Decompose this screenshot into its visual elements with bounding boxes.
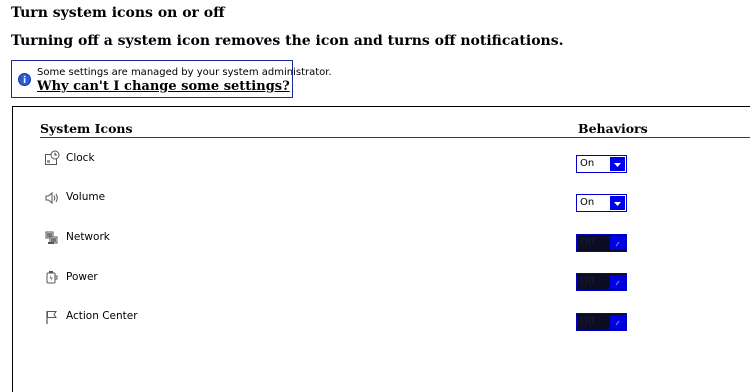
power-icon (46, 271, 58, 284)
network-behavior-dropdown[interactable]: Off (576, 234, 627, 252)
clock-behavior-value: On (580, 158, 595, 169)
behaviors-header: Behaviors (578, 121, 648, 136)
page-title: Turn system icons on or off (11, 5, 225, 21)
power-behavior-value: Off (580, 276, 595, 287)
chevron-down-icon (610, 196, 625, 210)
chevron-down-icon (610, 315, 625, 329)
system-icons-header: System Icons (40, 121, 133, 136)
volume-label: Volume (66, 191, 106, 203)
volume-behavior-dropdown[interactable]: On (576, 194, 627, 212)
system-icons-panel (12, 106, 750, 392)
clock-behavior-dropdown[interactable]: On (576, 155, 627, 173)
admin-notice-text: Some settings are managed by your system… (37, 67, 332, 78)
chevron-down-icon (610, 236, 625, 250)
notification-area-icons-page: Turn system icons on or off Turning off … (0, 0, 750, 392)
network-label: Network (66, 231, 110, 243)
power-label: Power (66, 271, 98, 283)
action-center-label: Action Center (66, 310, 138, 322)
chevron-down-icon (610, 275, 625, 289)
info-icon (18, 73, 31, 86)
volume-behavior-value: On (580, 197, 595, 208)
admin-notice: Some settings are managed by your system… (11, 60, 332, 98)
page-subtitle: Turning off a system icon removes the ic… (11, 33, 564, 49)
network-behavior-value: Off (580, 237, 595, 248)
power-behavior-dropdown[interactable]: Off (576, 273, 627, 291)
network-icon (45, 231, 58, 244)
action-center-behavior-dropdown[interactable]: Off (576, 313, 627, 331)
clock-label: Clock (66, 152, 95, 164)
volume-icon (45, 191, 58, 205)
action-center-behavior-value: Off (580, 316, 595, 327)
header-divider (40, 137, 750, 138)
why-cant-i-change-link[interactable]: Why can't I change some settings? (37, 79, 290, 94)
action-center-icon (46, 311, 57, 324)
clock-icon (45, 150, 60, 165)
chevron-down-icon (610, 157, 625, 171)
